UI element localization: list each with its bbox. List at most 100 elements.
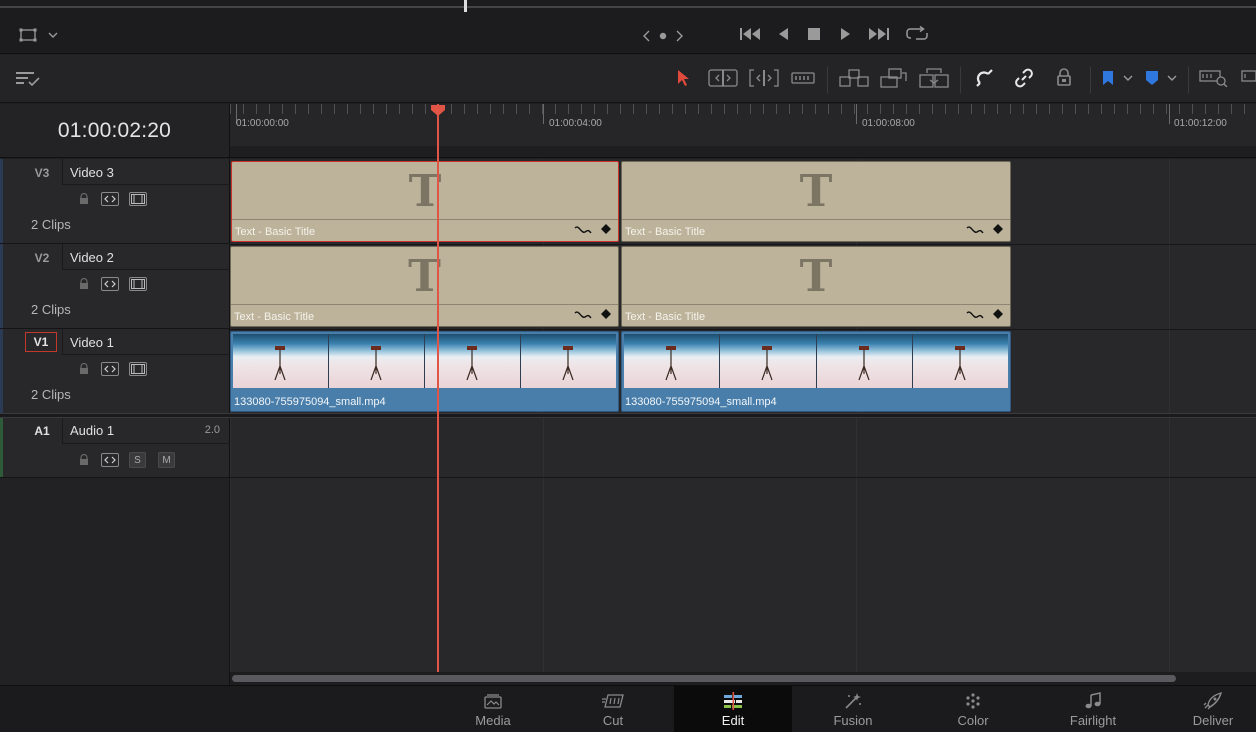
disable-track-icon[interactable]: [129, 277, 147, 291]
track-header-a1[interactable]: A1 Audio 1 2.0 S M: [0, 418, 230, 478]
trim-edit-mode-icon[interactable]: [707, 68, 739, 88]
viewer-size-icon[interactable]: [18, 27, 38, 43]
ruler-label: 01:00:00:00: [236, 118, 289, 129]
chevron-down-icon[interactable]: [46, 28, 60, 42]
jog-nudge-control[interactable]: [640, 28, 686, 44]
nav-label: Deliver: [1192, 713, 1234, 728]
scrollbar-thumb[interactable]: [232, 675, 1176, 682]
fusion-icon: [843, 691, 863, 711]
viewer-scrub-handle[interactable]: [464, 0, 467, 12]
playhead-handle[interactable]: [430, 104, 446, 117]
stop-icon[interactable]: [806, 26, 822, 42]
video-clip[interactable]: 133080-755975094_small.mp4: [230, 331, 619, 412]
ruler-major-tick: [543, 104, 544, 124]
track-id[interactable]: V1: [25, 332, 57, 352]
auto-select-icon[interactable]: [101, 277, 119, 291]
track-clip-count: 2 Clips: [31, 387, 71, 402]
color-icon: [963, 691, 983, 711]
track-name[interactable]: Audio 1: [70, 423, 114, 438]
video-audio-divider[interactable]: [0, 413, 1256, 418]
track-height-icon[interactable]: [1240, 68, 1256, 88]
dynamic-trim-mode-icon[interactable]: [748, 68, 780, 88]
title-clip[interactable]: T Text - Basic Title: [230, 246, 619, 327]
track-name[interactable]: Video 2: [70, 250, 114, 265]
lock-icon[interactable]: [75, 453, 93, 467]
curve-icon[interactable]: [966, 309, 984, 323]
curve-icon[interactable]: [966, 224, 984, 238]
replace-clip-icon[interactable]: [918, 66, 950, 90]
auto-select-icon[interactable]: [101, 192, 119, 206]
timeline-view-options-icon[interactable]: [14, 69, 42, 89]
reverse-play-icon[interactable]: [775, 26, 791, 42]
keyframe-icon[interactable]: [992, 308, 1004, 323]
title-clip[interactable]: T Text - Basic Title: [621, 246, 1011, 327]
viewer-scrub-bar[interactable]: [0, 6, 1256, 8]
lock-icon[interactable]: [75, 192, 93, 206]
video-clip[interactable]: 133080-755975094_small.mp4: [621, 331, 1011, 412]
jump-to-start-icon[interactable]: [738, 26, 762, 42]
cut-icon: [601, 691, 625, 711]
keyframe-icon[interactable]: [600, 223, 612, 238]
ruler-major-tick: [1169, 104, 1170, 124]
jump-to-end-icon[interactable]: [867, 26, 891, 42]
title-clip-glyph: T: [799, 166, 833, 217]
clip-name: 133080-755975094_small.mp4: [625, 396, 777, 408]
marker-dropdown-icon[interactable]: [1166, 73, 1178, 83]
nav-cut[interactable]: Cut: [554, 686, 672, 732]
position-lock-icon[interactable]: [1053, 67, 1075, 89]
track-id[interactable]: V3: [26, 163, 58, 183]
nav-fairlight[interactable]: Fairlight: [1034, 686, 1152, 732]
keyframe-icon[interactable]: [992, 223, 1004, 238]
ruler-ticks: [230, 104, 1256, 114]
track-id[interactable]: A1: [26, 421, 58, 441]
nav-color[interactable]: Color: [914, 686, 1032, 732]
title-clip[interactable]: T Text - Basic Title: [621, 161, 1011, 242]
disable-track-icon[interactable]: [129, 192, 147, 206]
flag-dropdown-icon[interactable]: [1122, 73, 1134, 83]
flag-icon[interactable]: [1100, 68, 1116, 88]
disable-track-icon[interactable]: [129, 362, 147, 376]
title-clip[interactable]: T Text - Basic Title: [231, 161, 619, 242]
play-icon[interactable]: [838, 26, 854, 42]
timecode-display[interactable]: 01:00:02:20: [0, 104, 230, 158]
track-header-v2[interactable]: V2 Video 2 2 Clips: [0, 244, 230, 329]
linked-selection-icon[interactable]: [1013, 67, 1035, 89]
overwrite-clip-icon[interactable]: [879, 66, 909, 90]
mute-button[interactable]: M: [158, 452, 175, 468]
track-header-v3[interactable]: V3 Video 3 2 Clips: [0, 159, 230, 244]
nav-media[interactable]: Media: [434, 686, 552, 732]
nav-deliver[interactable]: Deliver: [1154, 686, 1256, 732]
track-name[interactable]: Video 1: [70, 335, 114, 350]
marker-icon[interactable]: [1144, 68, 1160, 88]
nav-edit[interactable]: Edit: [674, 686, 792, 732]
playhead-line[interactable]: [437, 104, 439, 674]
track-id[interactable]: V2: [26, 248, 58, 268]
auto-select-icon[interactable]: [101, 362, 119, 376]
solo-button[interactable]: S: [129, 452, 146, 468]
track-header-v1[interactable]: V1 Video 1 2 Clips: [0, 329, 230, 414]
curve-icon[interactable]: [574, 224, 592, 238]
blade-edit-mode-icon[interactable]: [790, 69, 816, 87]
timeline-ruler[interactable]: 01:00:00:00 01:00:04:00 01:00:08:00 01:0…: [230, 104, 1256, 146]
curve-icon[interactable]: [574, 309, 592, 323]
timeline-horizontal-scrollbar[interactable]: [230, 672, 1256, 685]
zoom-options-icon[interactable]: [1198, 68, 1230, 88]
current-timecode: 01:00:02:20: [57, 118, 172, 142]
timeline-toolbar: [0, 55, 1256, 103]
lock-icon[interactable]: [75, 277, 93, 291]
deliver-icon: [1203, 691, 1223, 711]
insert-clip-icon[interactable]: [838, 67, 870, 89]
selection-mode-icon[interactable]: [673, 67, 693, 89]
page-navigation-bar: Media Cut Edit Fusion Color Fairlight De…: [0, 685, 1256, 732]
snapping-icon[interactable]: [974, 67, 996, 89]
lock-icon[interactable]: [75, 362, 93, 376]
nav-label: Cut: [602, 713, 624, 728]
auto-select-icon[interactable]: [101, 453, 119, 467]
timeline-ruler-base: [230, 146, 1256, 158]
video-thumbnails: [233, 334, 616, 388]
loop-icon[interactable]: [905, 25, 929, 43]
nav-fusion[interactable]: Fusion: [794, 686, 912, 732]
ruler-major-tick: [856, 104, 857, 124]
keyframe-icon[interactable]: [600, 308, 612, 323]
track-name[interactable]: Video 3: [70, 165, 114, 180]
